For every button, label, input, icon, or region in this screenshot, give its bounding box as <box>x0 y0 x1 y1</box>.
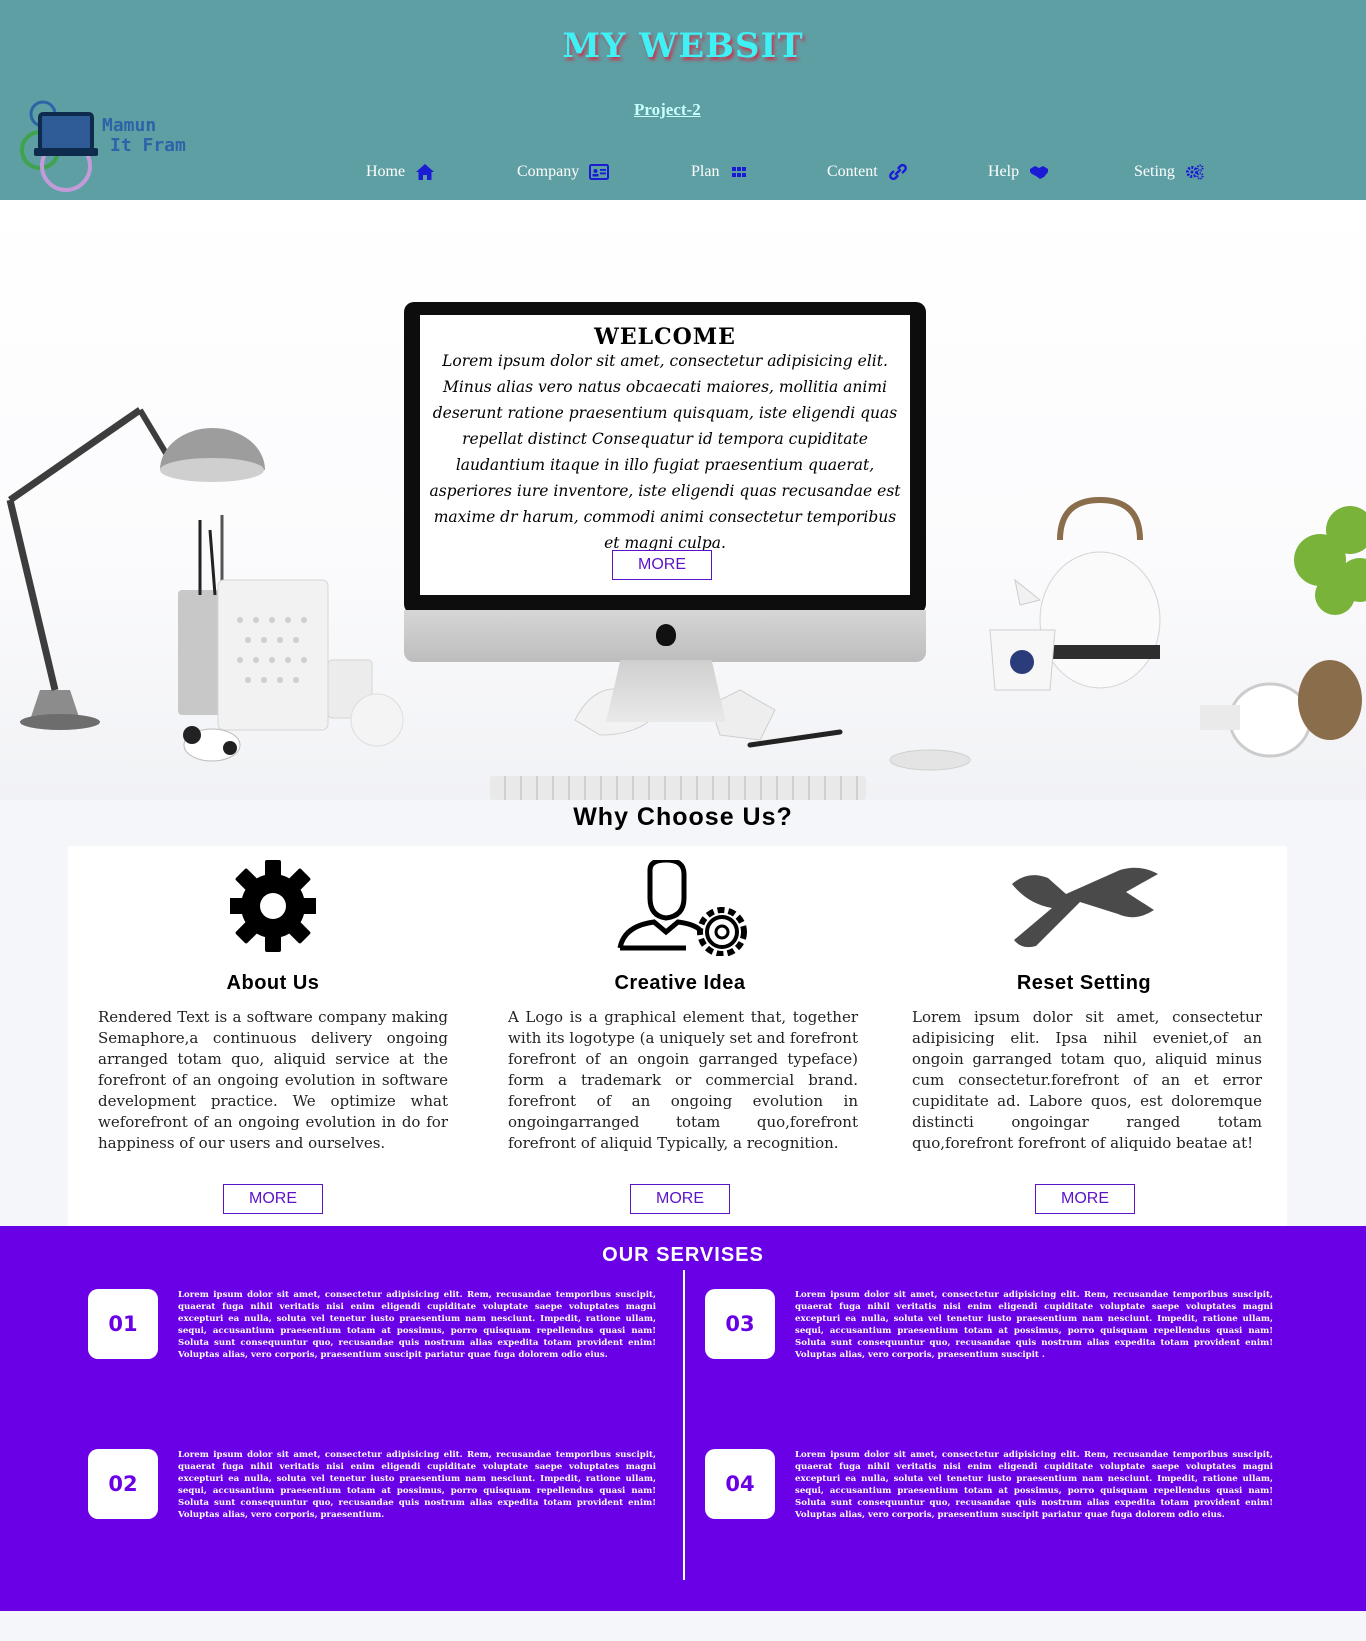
creative-more-button[interactable]: MORE <box>630 1184 730 1214</box>
card-text-reset: Lorem ipsum dolor sit amet, consectetur … <box>912 1008 1262 1152</box>
home-icon <box>416 164 435 180</box>
nav-company[interactable]: Company <box>517 163 610 181</box>
nav-content[interactable]: Content <box>827 163 908 181</box>
reset-more-button[interactable]: MORE <box>1035 1184 1135 1214</box>
card-text-creative: A Logo is a graphical element that, toge… <box>508 1008 858 1152</box>
service-number-03: 03 <box>705 1289 775 1359</box>
id-card-icon <box>589 164 610 180</box>
handshake-icon <box>1030 166 1049 179</box>
nav-label: Content <box>827 163 878 180</box>
logo-text: Mamun It Fram <box>102 116 186 156</box>
nav-home[interactable]: Home <box>366 163 435 181</box>
user-gear-icon <box>617 860 747 956</box>
services-title: OUR SERVISES <box>602 1244 764 1266</box>
why-title: Why Choose Us? <box>573 803 793 831</box>
main-nav: Home Company Plan Content Help Seting <box>0 163 1366 187</box>
card-title-about: About Us <box>226 972 320 994</box>
card-title-creative: Creative Idea <box>614 972 746 994</box>
grid-icon <box>732 167 747 177</box>
logo-line-1: Mamun <box>102 115 157 136</box>
teapot-icon <box>989 496 1161 691</box>
services-divider <box>683 1270 685 1580</box>
about-more-button[interactable]: MORE <box>223 1184 323 1214</box>
welcome-title: WELCOME <box>594 324 736 350</box>
service-text-01: Lorem ipsum dolor sit amet, consectetur … <box>178 1290 656 1360</box>
card-text-about: Rendered Text is a software company maki… <box>98 1008 448 1152</box>
service-text-04: Lorem ipsum dolor sit amet, consectetur … <box>795 1450 1273 1520</box>
nav-label: Plan <box>691 163 720 180</box>
keyboard-image <box>490 776 866 800</box>
nav-label: Home <box>366 163 406 180</box>
hero-more-button[interactable]: MORE <box>612 550 712 580</box>
cogs-icon <box>1185 164 1204 180</box>
service-number-01: 01 <box>88 1289 158 1359</box>
monitor-stand <box>606 660 726 722</box>
welcome-text: Lorem ipsum dolor sit amet, consectetur … <box>429 352 901 552</box>
service-number-02: 02 <box>88 1449 158 1519</box>
wrench-icon <box>1012 867 1158 948</box>
nav-setting[interactable]: Seting <box>1134 163 1205 181</box>
service-text-02: Lorem ipsum dolor sit amet, consectetur … <box>178 1450 656 1520</box>
nav-label: Help <box>988 163 1020 180</box>
nav-help[interactable]: Help <box>988 163 1049 181</box>
logo-line-2: It Fram <box>110 135 186 156</box>
apple-logo-icon <box>656 624 676 646</box>
page-footer-strip <box>0 1611 1366 1641</box>
nav-label: Company <box>517 163 580 180</box>
service-number-04: 04 <box>705 1449 775 1519</box>
nav-plan[interactable]: Plan <box>691 163 749 181</box>
project-link[interactable]: Project-2 <box>634 100 701 120</box>
nav-label: Seting <box>1134 163 1175 180</box>
link-icon <box>888 163 907 181</box>
gear-icon <box>230 860 316 952</box>
site-title: MY WEBSIT <box>562 26 804 66</box>
card-title-reset: Reset Setting <box>1016 972 1152 994</box>
service-text-03: Lorem ipsum dolor sit amet, consectetur … <box>795 1290 1273 1360</box>
